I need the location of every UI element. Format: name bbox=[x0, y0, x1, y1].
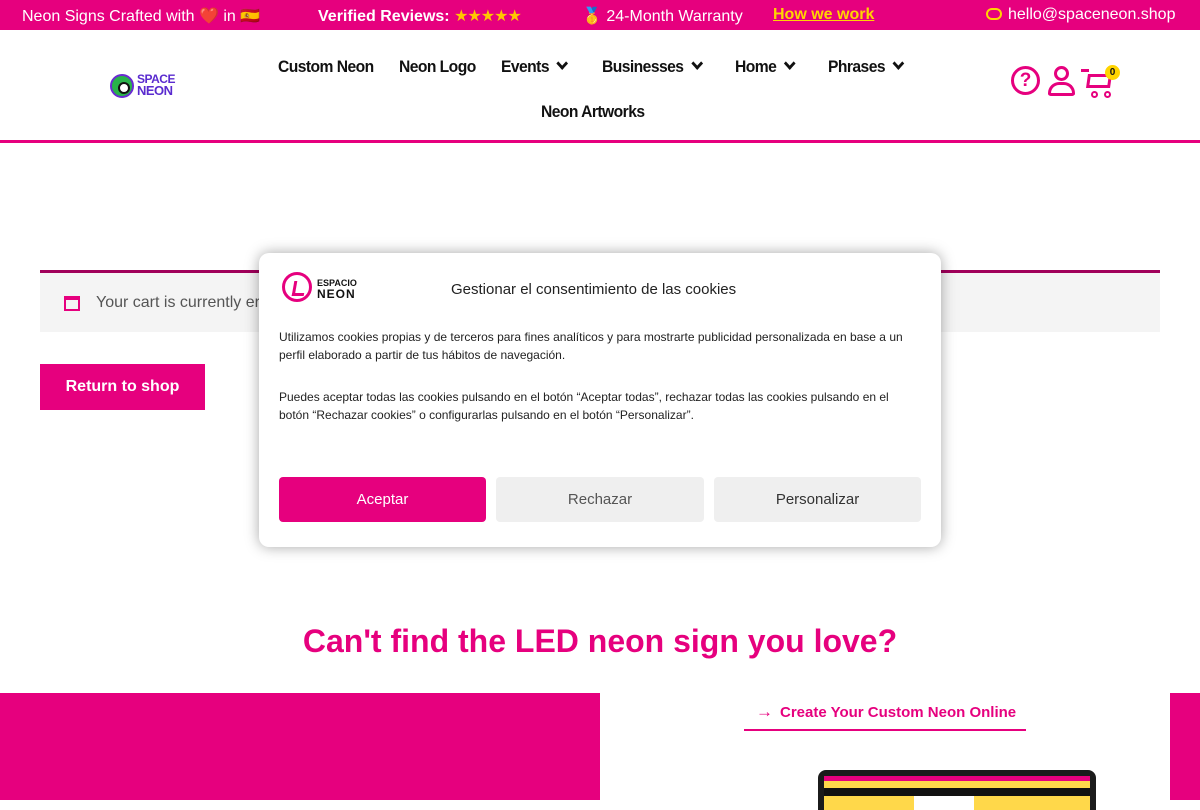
reject-cookies-button[interactable]: Rechazar bbox=[496, 477, 704, 522]
nav-label: Events bbox=[501, 57, 550, 76]
crafted-prefix: Neon Signs Crafted with bbox=[22, 8, 195, 25]
heart-icon: ❤️ bbox=[198, 8, 219, 25]
crafted-in-spain-text: Neon Signs Crafted with ❤️ in 🇪🇸 bbox=[22, 6, 260, 26]
space-neon-logo[interactable]: SPACE NEON bbox=[110, 72, 180, 102]
nav-label: Home bbox=[735, 57, 777, 76]
laptop-screen bbox=[824, 776, 1090, 810]
cookie-consent-dialog: ESPACIO NEON Gestionar el consentimiento… bbox=[259, 253, 941, 547]
chevron-down-icon bbox=[892, 57, 905, 70]
espacio-neon-logo: ESPACIO NEON bbox=[282, 272, 362, 302]
user-account-icon[interactable] bbox=[1048, 66, 1076, 96]
promo-bar: Neon Signs Crafted with ❤️ in 🇪🇸 Verifie… bbox=[0, 0, 1200, 30]
nav-neon-artworks[interactable]: Neon Artworks bbox=[541, 102, 645, 122]
create-link-label: Create Your Custom Neon Online bbox=[780, 704, 1017, 721]
screen-bar bbox=[824, 788, 1090, 796]
nav-custom-neon[interactable]: Custom Neon bbox=[278, 57, 374, 77]
accept-cookies-button[interactable]: Aceptar bbox=[279, 477, 486, 522]
create-custom-neon-link[interactable]: → Create Your Custom Neon Online bbox=[744, 702, 1026, 731]
chevron-down-icon bbox=[556, 57, 569, 70]
cookie-paragraph-1: Utilizamos cookies propias y de terceros… bbox=[279, 330, 903, 362]
verified-reviews: Verified Reviews: ★★★★★ bbox=[318, 6, 522, 26]
cart-wheel-shape bbox=[1091, 91, 1098, 98]
pink-promo-panel bbox=[0, 693, 600, 800]
return-to-shop-button[interactable]: Return to shop bbox=[40, 364, 205, 410]
laptop-preview-image bbox=[818, 770, 1096, 810]
nav-neon-logo[interactable]: Neon Logo bbox=[399, 57, 476, 77]
cookie-paragraph-2: Puedes aceptar todas las cookies pulsand… bbox=[279, 390, 889, 422]
user-body-shape bbox=[1048, 82, 1075, 96]
how-we-work-link[interactable]: How we work bbox=[773, 6, 874, 24]
email-text: hello@spaceneon.shop bbox=[1008, 6, 1176, 23]
customize-cookies-button[interactable]: Personalizar bbox=[714, 477, 921, 522]
nav-label: Custom Neon bbox=[278, 57, 374, 76]
cookie-dialog-title: Gestionar el consentimiento de las cooki… bbox=[451, 281, 737, 298]
medal-icon: 🥇 bbox=[582, 8, 602, 25]
empty-cart-text: Your cart is currently er bbox=[96, 294, 260, 311]
cart-wheel-shape bbox=[1104, 91, 1111, 98]
spain-flag-icon: 🇪🇸 bbox=[240, 8, 261, 25]
screen-panel bbox=[914, 796, 974, 810]
en-logo-icon bbox=[282, 272, 312, 302]
contact-email[interactable]: hello@spaceneon.shop bbox=[986, 6, 1175, 24]
cta-heading: Can't find the LED neon sign you love? bbox=[302, 623, 898, 659]
help-icon[interactable]: ? bbox=[1011, 66, 1040, 95]
nav-events[interactable]: Events bbox=[501, 57, 569, 77]
alien-logo-icon bbox=[110, 74, 134, 98]
nav-label: Neon Logo bbox=[399, 57, 476, 76]
chevron-down-icon bbox=[690, 57, 703, 70]
reviews-label: Verified Reviews: bbox=[318, 8, 450, 25]
warranty-text: 🥇 24-Month Warranty bbox=[582, 6, 743, 26]
chat-bubble-icon bbox=[986, 8, 1002, 20]
warranty-label: 24-Month Warranty bbox=[606, 8, 743, 25]
nav-home[interactable]: Home bbox=[735, 57, 796, 77]
arrow-right-icon: → bbox=[756, 702, 773, 721]
user-head-shape bbox=[1054, 66, 1069, 81]
screen-bar bbox=[824, 776, 1090, 781]
nav-phrases[interactable]: Phrases bbox=[828, 57, 905, 77]
nav-label: Phrases bbox=[828, 57, 886, 76]
cart-count-badge: 0 bbox=[1105, 65, 1120, 80]
nav-label: Businesses bbox=[602, 57, 684, 76]
calendar-icon bbox=[64, 296, 80, 311]
chevron-down-icon bbox=[783, 57, 796, 70]
star-rating-icon: ★★★★★ bbox=[454, 8, 522, 25]
pink-edge-panel bbox=[1170, 693, 1200, 800]
modal-logo-bottom: NEON bbox=[317, 287, 356, 301]
site-header: SPACE NEON Custom Neon Neon Logo Events … bbox=[0, 30, 1200, 143]
crafted-in: in bbox=[223, 8, 236, 25]
nav-label: Neon Artworks bbox=[541, 102, 645, 121]
logo-line-2: NEON bbox=[137, 83, 173, 98]
cart-handle-shape bbox=[1081, 69, 1089, 72]
nav-businesses[interactable]: Businesses bbox=[602, 57, 703, 77]
